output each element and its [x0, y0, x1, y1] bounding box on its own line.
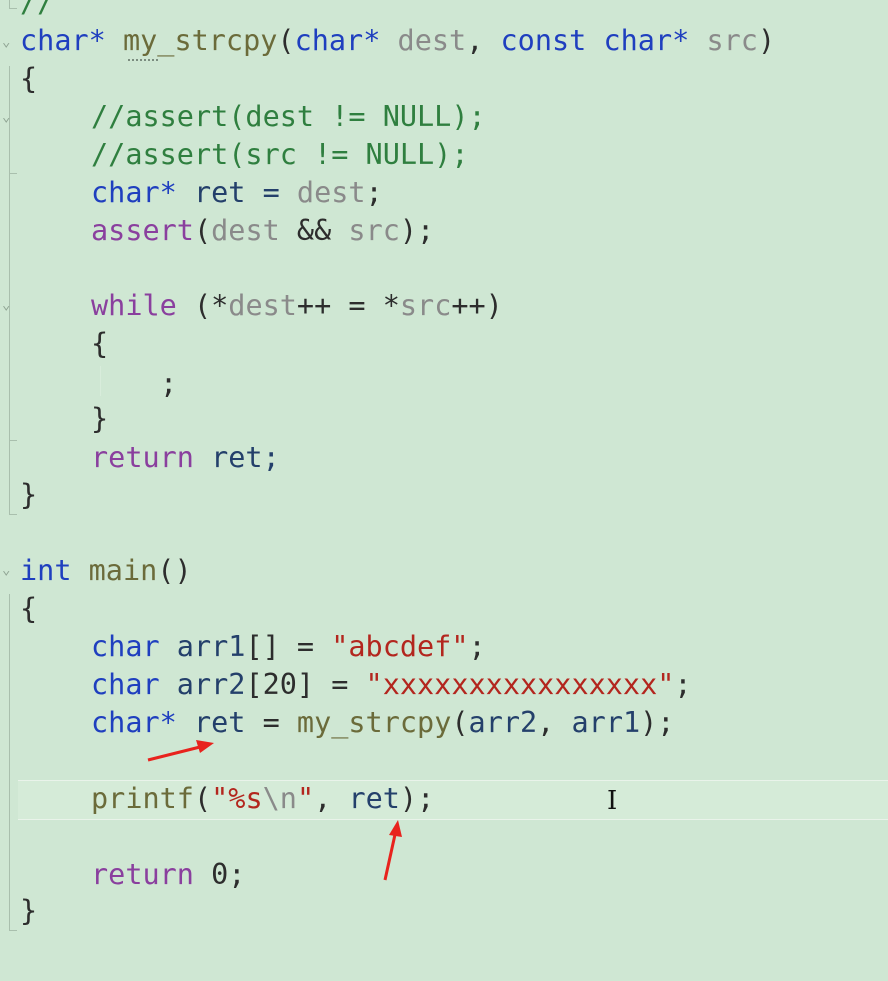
- red-arrow-annotation: [383, 820, 402, 881]
- annotation-layer: [147, 740, 402, 881]
- red-arrow-annotation: [147, 740, 214, 762]
- code-editor[interactable]: ⌄ ⌄ ⌄ ⌄ // char* my_strcpy(char* dest, c…: [0, 0, 888, 981]
